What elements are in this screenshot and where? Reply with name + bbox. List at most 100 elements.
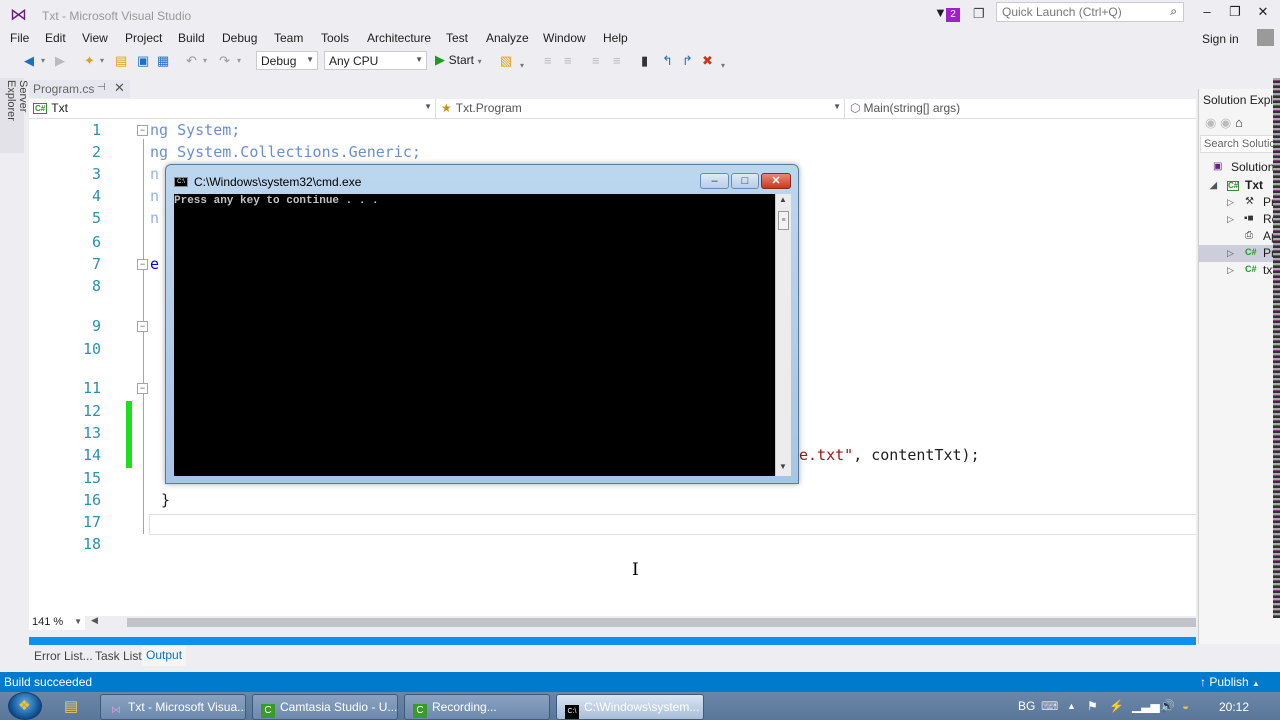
class-dropdown[interactable]: ★ Txt.Program ▼ (437, 99, 845, 118)
tab-error-list[interactable]: Error List... (34, 649, 93, 663)
open-file-icon[interactable]: ▤ (115, 53, 127, 69)
collapse-toggle[interactable]: − (137, 321, 148, 332)
cmd-maximize-button[interactable]: □ (731, 173, 759, 189)
server-explorer-side-tab[interactable]: Server Explorer (0, 78, 29, 153)
menu-file[interactable]: File (10, 31, 29, 45)
home-icon[interactable]: ⌂ (1235, 115, 1243, 130)
solution-configuration-select[interactable]: Debug ▼ (256, 51, 318, 70)
show-hidden-icons[interactable]: ▲ (1067, 701, 1076, 711)
menu-edit[interactable]: Edit (45, 31, 66, 45)
collapsed-arrow-icon[interactable]: ▷ (1227, 248, 1234, 259)
scroll-left-icon[interactable]: ◀ (91, 615, 98, 626)
undo-dropdown-icon[interactable]: ▾ (203, 53, 207, 69)
align-left-icon[interactable]: ≡ (544, 53, 552, 69)
solution-platform-select[interactable]: Any CPU ▼ (324, 51, 427, 70)
feedback-icon[interactable]: ❐ (973, 6, 985, 22)
notification-count-badge[interactable]: 2 (946, 8, 960, 22)
console-vertical-scrollbar[interactable]: ▲ ≡ ▼ (775, 194, 791, 476)
save-icon[interactable]: ▣ (137, 53, 149, 69)
clock[interactable]: 20:12 (1219, 700, 1249, 714)
publish-button[interactable]: ↑ Publish ▲ (1200, 675, 1260, 689)
menu-debug[interactable]: Debug (222, 31, 257, 45)
taskbar-recording[interactable]: C Recording... (404, 694, 550, 720)
tree-item-program-cs[interactable]: ▷ C# Program.cs (1199, 245, 1280, 262)
restore-button[interactable]: ❐ (1224, 4, 1246, 22)
menu-team[interactable]: Team (274, 31, 303, 45)
power-icon[interactable]: ⚡ (1109, 699, 1124, 713)
tree-item-solution[interactable]: ▣ Solution 'Txt' (1199, 159, 1280, 176)
notification-flag-icon[interactable]: ▼ (934, 5, 947, 20)
taskbar-camtasia-studio[interactable]: C Camtasia Studio - U... (252, 694, 398, 720)
tree-item-app-config[interactable]: ⎙ App.config (1199, 228, 1280, 245)
navigate-back-icon[interactable]: ◀ (24, 53, 34, 69)
menu-build[interactable]: Build (178, 31, 205, 45)
tab-task-list[interactable]: Task List (95, 649, 142, 663)
taskbar-visual-studio[interactable]: ⋈ Txt - Microsoft Visua... (100, 694, 246, 720)
new-dropdown-icon[interactable]: ▾ (100, 53, 104, 69)
back-icon[interactable]: ◉ (1205, 115, 1216, 130)
menu-window[interactable]: Window (543, 31, 586, 45)
taskbar-cmd[interactable]: C:\ C:\Windows\system... (556, 694, 704, 720)
clear-bookmarks-icon[interactable]: ✖ (702, 53, 713, 69)
menu-tools[interactable]: Tools (321, 31, 349, 45)
scroll-down-icon[interactable]: ▼ (779, 462, 787, 471)
quick-launch-input[interactable]: Quick Launch (Ctrl+Q) ⌕ (996, 2, 1184, 22)
menu-architecture[interactable]: Architecture (367, 31, 431, 45)
start-button[interactable]: ❖ (8, 692, 42, 720)
back-dropdown-icon[interactable]: ▾ (41, 53, 45, 69)
language-indicator[interactable]: BG (1018, 699, 1035, 713)
project-dropdown[interactable]: C# Txt ▼ (29, 99, 436, 118)
expanded-arrow-icon[interactable]: ◢ (1210, 180, 1217, 191)
cmd-close-button[interactable]: ✕ (761, 173, 791, 189)
tree-item-txt[interactable]: ▷ C# txt (1199, 262, 1280, 279)
menu-project[interactable]: Project (125, 31, 162, 45)
tree-item-references[interactable]: ▷ ▪■ References (1199, 211, 1280, 228)
close-icon[interactable]: ✕ (114, 80, 125, 96)
bookmark-icon[interactable]: ▮ (641, 53, 648, 69)
volume-icon[interactable]: 🔊 (1160, 699, 1175, 713)
menu-help[interactable]: Help (603, 31, 628, 45)
menu-analyze[interactable]: Analyze (486, 31, 529, 45)
action-center-flag-icon[interactable]: ⚑ (1087, 699, 1098, 713)
tree-item-project[interactable]: ◢ C# Txt (1199, 177, 1280, 194)
save-all-icon[interactable]: ▦ (157, 53, 169, 69)
collapsed-arrow-icon[interactable]: ▷ (1227, 197, 1234, 208)
undo-icon[interactable]: ↶ (186, 53, 197, 69)
horizontal-scrollbar[interactable] (127, 618, 1196, 627)
close-button[interactable]: ✕ (1252, 4, 1274, 22)
tree-item-properties[interactable]: ▷ ⚒ Properties (1199, 194, 1280, 211)
search-icon[interactable]: ⌕ (1170, 4, 1177, 19)
sign-in-link[interactable]: Sign in (1202, 32, 1239, 46)
member-dropdown[interactable]: ⬡ Main(string[] args) (846, 99, 1196, 118)
pin-icon[interactable]: ⊣ (97, 82, 106, 93)
new-project-icon[interactable]: ✦ (84, 53, 95, 69)
solution-search-input[interactable]: Search Solution Explorer (1200, 135, 1280, 153)
console-output-area[interactable]: Press any key to continue . . . (174, 194, 775, 476)
next-bookmark-icon[interactable]: ↱ (682, 53, 693, 69)
keyboard-icon[interactable]: ⌨ (1041, 699, 1058, 713)
previous-bookmark-icon[interactable]: ↰ (662, 53, 673, 69)
navigate-forward-icon[interactable]: ▶ (55, 53, 65, 69)
comment-icon[interactable]: ≡ (592, 53, 600, 69)
toolbar-overflow-icon[interactable]: ▾ (520, 58, 524, 74)
scroll-up-icon[interactable]: ▲ (779, 195, 787, 204)
collapse-toggle[interactable]: − (137, 383, 148, 394)
cmd-title-bar[interactable]: C:\ C:\Windows\system32\cmd.exe – □ ✕ (166, 165, 798, 193)
cmd-window[interactable]: C:\ C:\Windows\system32\cmd.exe – □ ✕ Pr… (165, 164, 799, 484)
align-center-icon[interactable]: ≡ (564, 53, 572, 69)
uncomment-icon[interactable]: ≡ (613, 53, 621, 69)
weather-icon[interactable]: ◒ (1182, 699, 1189, 713)
account-avatar-icon[interactable] (1257, 29, 1274, 46)
find-in-files-icon[interactable]: ▧ (500, 53, 512, 69)
collapsed-arrow-icon[interactable]: ▷ (1227, 214, 1234, 225)
collapse-toggle[interactable]: − (137, 259, 148, 270)
redo-icon[interactable]: ↷ (219, 53, 230, 69)
start-debugging-button[interactable]: ▶ Start ▾ (435, 52, 482, 70)
redo-dropdown-icon[interactable]: ▾ (237, 53, 241, 69)
tab-program-cs[interactable]: Program.cs ⊣ ✕ (29, 80, 130, 98)
tab-output[interactable]: Output (142, 646, 187, 666)
cmd-minimize-button[interactable]: – (700, 173, 729, 189)
collapsed-arrow-icon[interactable]: ▷ (1227, 265, 1234, 276)
collapse-toggle[interactable]: − (137, 125, 148, 136)
scrollbar-thumb[interactable]: ≡ (778, 211, 789, 230)
